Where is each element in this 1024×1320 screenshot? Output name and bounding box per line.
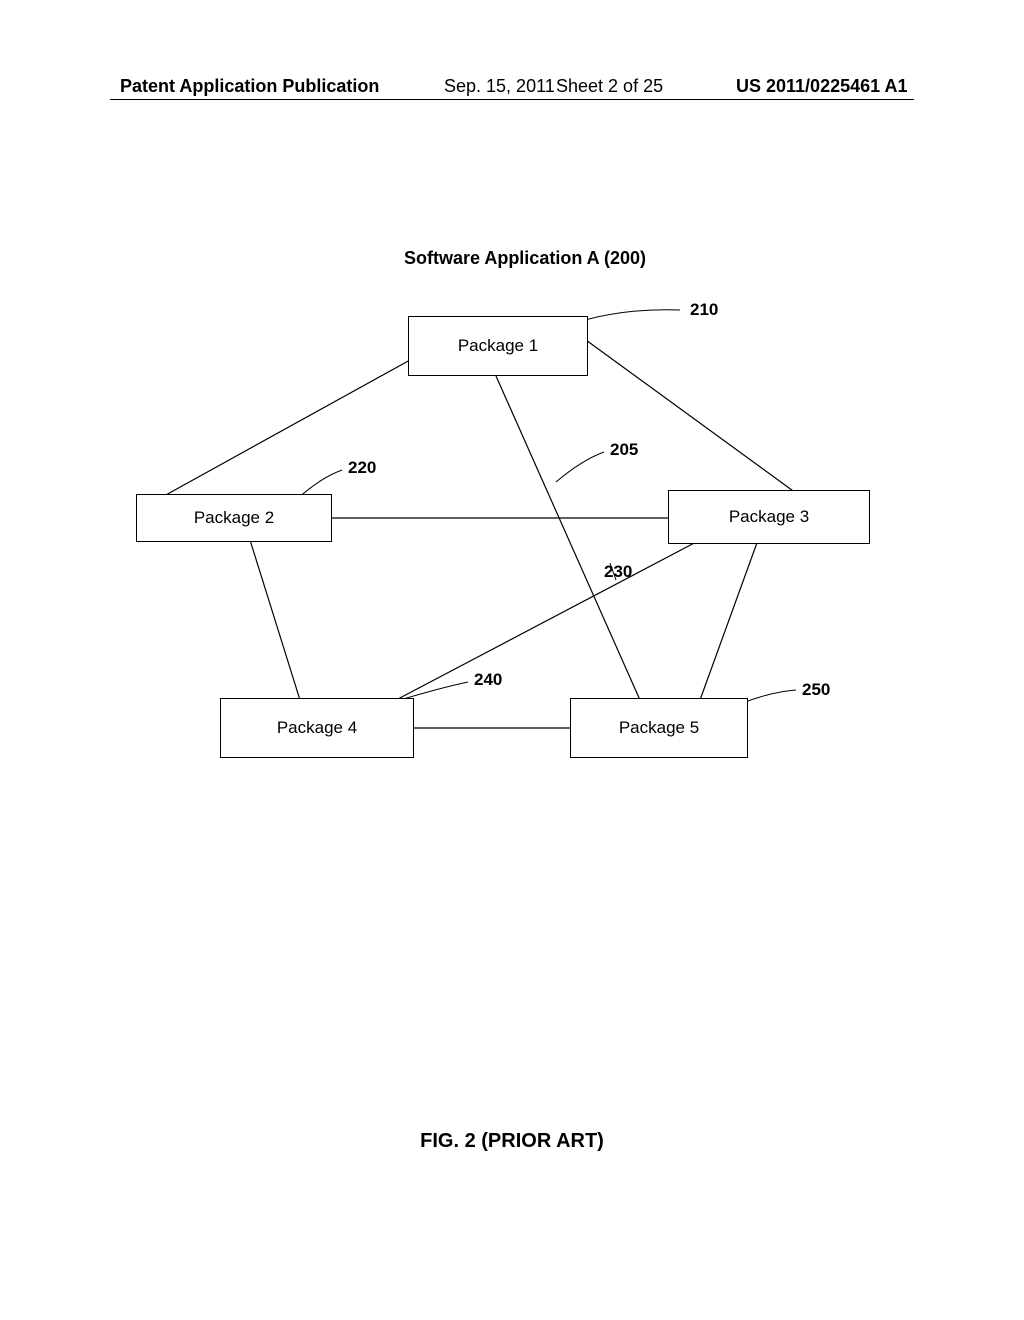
patent-page: Patent Application Publication Sep. 15, … — [0, 0, 1024, 1320]
package-3-box: Package 3 — [668, 490, 870, 544]
package-4-label: Package 4 — [277, 718, 357, 738]
header-publication-number: US 2011/0225461 A1 — [736, 76, 907, 97]
header-date: Sep. 15, 2011 — [444, 76, 555, 97]
package-3-label: Package 3 — [729, 507, 809, 527]
package-2-box: Package 2 — [136, 494, 332, 542]
reference-250: 250 — [802, 680, 830, 700]
reference-210: 210 — [690, 300, 718, 320]
reference-240: 240 — [474, 670, 502, 690]
package-2-label: Package 2 — [194, 508, 274, 528]
header-sheet-number: Sheet 2 of 25 — [556, 76, 663, 97]
package-4-box: Package 4 — [220, 698, 414, 758]
package-1-label: Package 1 — [458, 336, 538, 356]
package-1-box: Package 1 — [408, 316, 588, 376]
reference-205: 205 — [610, 440, 638, 460]
header-divider — [110, 99, 914, 100]
reference-230: 230 — [604, 562, 632, 582]
figure-caption: FIG. 2 (PRIOR ART) — [0, 1130, 1024, 1153]
header-publication-type: Patent Application Publication — [120, 76, 379, 97]
connector-lines — [0, 0, 1024, 1320]
diagram-title: Software Application A (200) — [0, 248, 1024, 269]
package-5-box: Package 5 — [570, 698, 748, 758]
reference-220: 220 — [348, 458, 376, 478]
package-5-label: Package 5 — [619, 718, 699, 738]
